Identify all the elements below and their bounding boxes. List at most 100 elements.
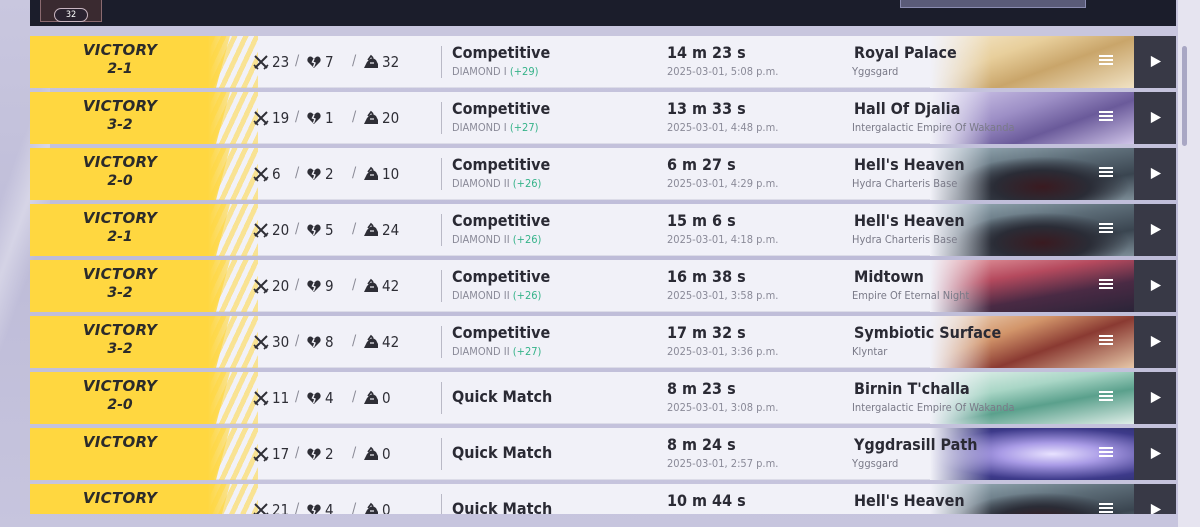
- match-details-button[interactable]: [1092, 216, 1120, 244]
- result-label: VICTORY: [82, 433, 158, 451]
- stat-separator: /: [352, 165, 357, 181]
- match-details-button[interactable]: [1092, 328, 1120, 356]
- map-name: Midtown: [854, 267, 924, 286]
- deaths-stat: 2: [306, 444, 334, 464]
- assists-stat: 0: [363, 500, 391, 514]
- replay-button[interactable]: [1134, 204, 1176, 256]
- helping-hand-icon: [363, 278, 379, 294]
- replay-button[interactable]: [1134, 484, 1176, 514]
- match-details-button[interactable]: [1092, 440, 1120, 468]
- assists-stat: 32: [363, 52, 399, 72]
- helping-hand-icon: [363, 502, 379, 514]
- rank-tier: DIAMOND I: [452, 121, 507, 134]
- deaths-stat: 4: [306, 500, 334, 514]
- kills-stat: 30: [253, 332, 289, 352]
- match-details-button[interactable]: [1092, 48, 1120, 76]
- broken-heart-icon: [306, 166, 322, 182]
- assists-stat-value: 20: [382, 109, 400, 127]
- replay-button[interactable]: [1134, 428, 1176, 480]
- kills-stat-value: 11: [272, 389, 290, 407]
- match-duration: 8 m 24 s: [667, 435, 736, 454]
- replay-button[interactable]: [1134, 148, 1176, 200]
- broken-heart-icon: [306, 334, 322, 350]
- menu-lines-icon: [1098, 108, 1114, 128]
- kills-stat-value: 30: [272, 333, 290, 351]
- match-duration: 8 m 23 s: [667, 379, 736, 398]
- replay-button[interactable]: [1134, 316, 1176, 368]
- deaths-stat: 1: [306, 108, 334, 128]
- crossed-swords-icon: [253, 390, 269, 406]
- kills-stat-value: 17: [272, 445, 290, 463]
- stat-separator: /: [352, 389, 357, 405]
- column-divider: [441, 494, 442, 514]
- stat-separator: /: [352, 445, 357, 461]
- rank-tier: DIAMOND II: [452, 233, 510, 246]
- replay-button[interactable]: [1134, 92, 1176, 144]
- assists-stat: 42: [363, 332, 399, 352]
- kills-stat-value: 19: [272, 109, 290, 127]
- kills-stat: 20: [253, 276, 289, 296]
- game-mode: Quick Match: [452, 387, 553, 406]
- game-mode: Competitive: [452, 155, 551, 174]
- stat-separator: /: [295, 501, 300, 514]
- crossed-swords-icon: [253, 110, 269, 126]
- crossed-swords-icon: [253, 446, 269, 462]
- helping-hand-icon: [363, 390, 379, 406]
- deaths-stat-value: 5: [325, 221, 334, 239]
- match-row[interactable]: VICTORY 3-2 30 / 8 / 42 Competitive DIAMOND II (…: [30, 316, 1176, 368]
- match-details-button[interactable]: [1092, 496, 1120, 514]
- match-details-button[interactable]: [1092, 104, 1120, 132]
- match-row[interactable]: VICTORY 2-1 23 / 7 / 32 Competitive DIAMOND I (+…: [30, 36, 1176, 88]
- match-row[interactable]: VICTORY 3-2 19 / 1 / 20 Competitive DIAMOND I (+…: [30, 92, 1176, 144]
- scrollbar-thumb[interactable]: [1182, 46, 1187, 146]
- game-mode: Competitive: [452, 267, 551, 286]
- map-region: Klyntar: [852, 345, 888, 358]
- match-row[interactable]: VICTORY 2-1 20 / 5 / 24 Competitive DIAMOND II (…: [30, 204, 1176, 256]
- column-divider: [441, 158, 442, 190]
- rank-info: DIAMOND I (+27): [452, 121, 538, 134]
- helping-hand-icon: [363, 334, 379, 350]
- match-row[interactable]: VICTORY 2-0 6 / 2 / 10 Competitive DIAMOND II (+…: [30, 148, 1176, 200]
- assists-stat-value: 0: [382, 445, 391, 463]
- match-row[interactable]: VICTORY 17 / 2 / 0 Quick Match 8 m 24 s 2025-03-…: [30, 428, 1176, 480]
- assists-stat-value: 10: [382, 165, 400, 183]
- game-mode: Competitive: [452, 323, 551, 342]
- broken-heart-icon: [306, 54, 322, 70]
- result-label: VICTORY: [82, 489, 158, 507]
- play-icon: [1149, 389, 1162, 408]
- column-divider: [441, 438, 442, 470]
- rank-delta: (+27): [512, 345, 542, 358]
- crossed-swords-icon: [253, 334, 269, 350]
- replay-button[interactable]: [1134, 36, 1176, 88]
- match-row[interactable]: VICTORY 2-0 11 / 4 / 0 Quick Match 8 m 23 s 2025-…: [30, 372, 1176, 424]
- match-details-button[interactable]: [1092, 160, 1120, 188]
- map-region: Yggsgard: [852, 65, 899, 78]
- round-score: 2-0: [107, 397, 133, 413]
- match-details-button[interactable]: [1092, 272, 1120, 300]
- replay-button[interactable]: [1134, 372, 1176, 424]
- play-icon: [1149, 277, 1162, 296]
- rank-delta: (+29): [509, 65, 539, 78]
- mode-filter-dropdown[interactable]: [900, 0, 1086, 8]
- match-row[interactable]: VICTORY 21 / 4 / 0 Quick Match 10 m 44 s Hell's …: [30, 484, 1176, 514]
- match-datetime: 2025-03-01, 4:18 p.m.: [667, 233, 779, 246]
- column-divider: [441, 382, 442, 414]
- menu-lines-icon: [1098, 388, 1114, 408]
- match-duration: 10 m 44 s: [667, 491, 746, 510]
- play-icon: [1149, 501, 1162, 514]
- assists-stat: 0: [363, 444, 391, 464]
- round-score: 3-2: [107, 117, 133, 133]
- match-row[interactable]: VICTORY 3-2 20 / 9 / 42 Competitive DIAMOND II (…: [30, 260, 1176, 312]
- result-label: VICTORY: [82, 209, 158, 227]
- stat-separator: /: [295, 165, 300, 181]
- play-icon: [1149, 445, 1162, 464]
- broken-heart-icon: [306, 278, 322, 294]
- replay-button[interactable]: [1134, 260, 1176, 312]
- deaths-stat: 5: [306, 220, 334, 240]
- match-details-button[interactable]: [1092, 384, 1120, 412]
- stat-separator: /: [295, 221, 300, 237]
- deaths-stat-value: 2: [325, 165, 334, 183]
- stat-separator: /: [295, 389, 300, 405]
- kills-stat: 11: [253, 388, 289, 408]
- game-mode: Quick Match: [452, 443, 553, 462]
